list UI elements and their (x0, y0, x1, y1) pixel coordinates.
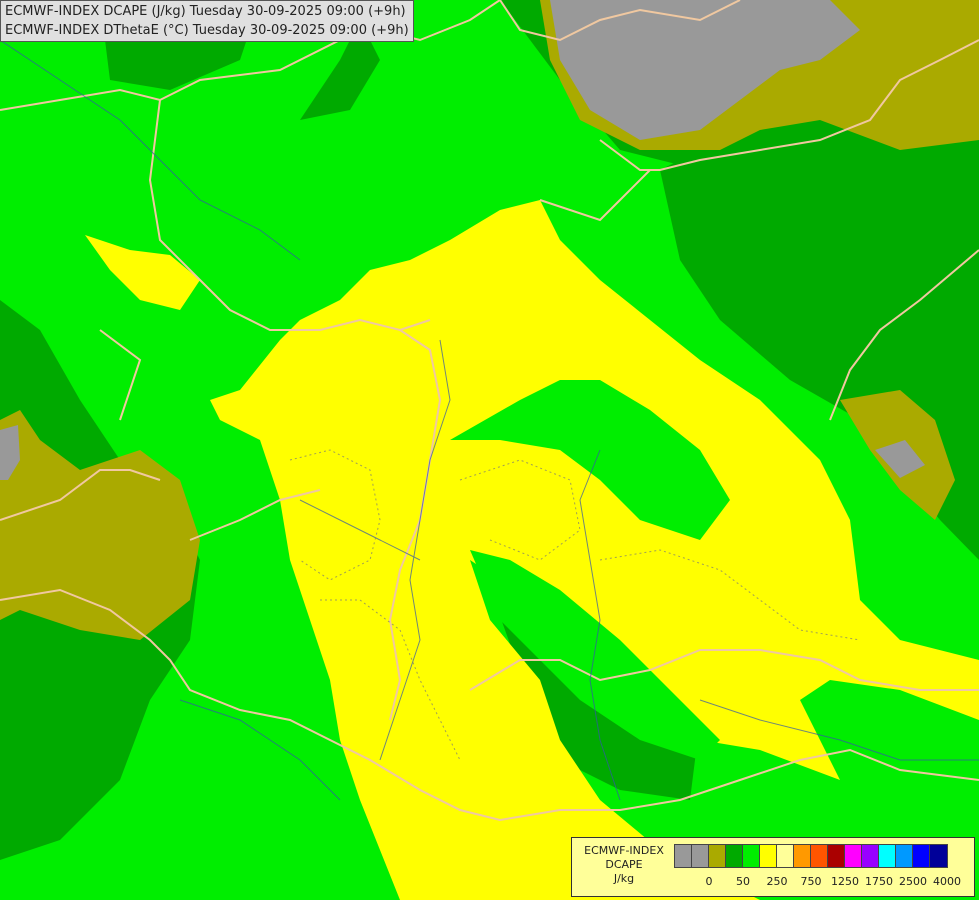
legend-swatch (845, 845, 862, 867)
legend-swatch (930, 845, 947, 867)
legend-tick-label: 2500 (899, 875, 927, 888)
legend-swatch (777, 845, 794, 867)
legend-swatch (896, 845, 913, 867)
legend-title-unit: J/kg (613, 872, 635, 885)
legend-title-param: DCAPE (605, 858, 643, 871)
legend-tick-label: 750 (800, 875, 822, 888)
header-line-dthetae: ECMWF-INDEX DThetaE (°C) Tuesday 30-09-2… (5, 23, 409, 38)
legend-swatch (675, 845, 692, 867)
legend-tick-label: 50 (736, 875, 750, 888)
legend-title-model: ECMWF-INDEX (584, 844, 664, 857)
legend-tick-label: 250 (766, 875, 788, 888)
legend-swatch (709, 845, 726, 867)
legend-tick-label: 0 (705, 875, 713, 888)
legend-swatches (674, 844, 948, 868)
legend-swatch (828, 845, 845, 867)
colorbar-legend: ECMWF-INDEX DCAPE J/kg 0 50 250 750 1250 1750… (571, 837, 975, 897)
legend-tick-label: 4000 (933, 875, 961, 888)
legend-swatch (794, 845, 811, 867)
legend-swatch (862, 845, 879, 867)
legend-swatch (692, 845, 709, 867)
legend-swatch (743, 845, 760, 867)
legend-tick-label: 1250 (831, 875, 859, 888)
legend-swatch (879, 845, 896, 867)
legend-tick-label: 1750 (865, 875, 893, 888)
legend-swatch (726, 845, 743, 867)
legend-swatch (760, 845, 777, 867)
header-line-dcape: ECMWF-INDEX DCAPE (J/kg) Tuesday 30-09-2… (5, 4, 406, 19)
map-header: ECMWF-INDEX DCAPE (J/kg) Tuesday 30-09-2… (0, 0, 414, 42)
weather-map (0, 0, 979, 900)
legend-swatch (913, 845, 930, 867)
legend-swatch (811, 845, 828, 867)
legend-title: ECMWF-INDEX DCAPE J/kg (576, 844, 672, 886)
